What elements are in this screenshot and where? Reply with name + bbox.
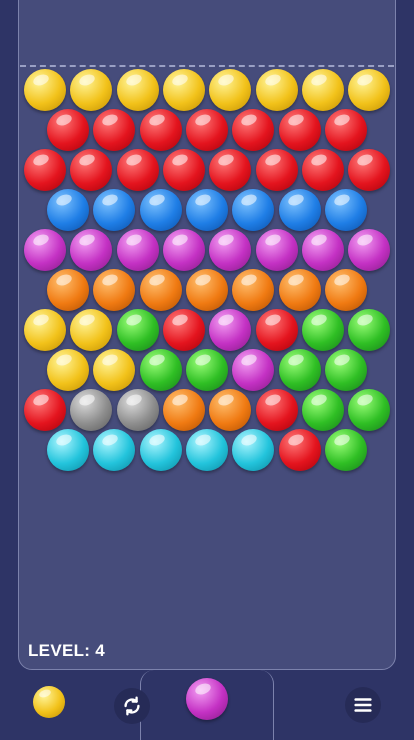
bubble [139,269,182,311]
bubble [348,149,391,191]
bubble [70,149,113,191]
bubble [47,349,89,391]
bubble [209,69,252,111]
bubble [301,229,344,271]
danger-line [20,65,394,67]
bubble [324,189,367,231]
bubble [348,389,391,431]
bubble [24,229,66,271]
bubble [162,229,205,271]
bubble [278,109,321,151]
bubble [255,229,298,271]
menu-button[interactable] [345,687,381,723]
bubble [348,69,391,111]
bubble [209,309,252,351]
bubble [324,429,367,471]
bubble [301,69,344,111]
bubble [209,149,252,191]
bubble [116,229,159,271]
next-bubble [33,686,65,718]
bubble [185,429,228,471]
bubble [232,269,275,311]
bubble [70,229,113,271]
bubble [278,269,321,311]
bubble [255,389,298,431]
bubble [232,349,275,391]
bubble [47,269,89,311]
bubble [116,309,159,351]
bubble [70,69,113,111]
bubble [24,389,66,431]
bubble [24,69,66,111]
bubble [348,309,391,351]
bubble [93,349,136,391]
bubble [47,109,89,151]
bubble [301,309,344,351]
bubble [209,229,252,271]
bubble [255,309,298,351]
bubble [139,349,182,391]
bubble [70,389,113,431]
bubble [70,309,113,351]
bubble [162,389,205,431]
bubble [232,109,275,151]
bubble [278,429,321,471]
bubble [185,109,228,151]
bubble [324,109,367,151]
bubble [232,189,275,231]
bubble [278,349,321,391]
bubble [348,229,391,271]
bubble [255,149,298,191]
bubble [139,189,182,231]
bubble [116,69,159,111]
bubble [116,149,159,191]
bubble [162,149,205,191]
bubble [116,389,159,431]
bubble [93,429,136,471]
bubble [232,429,275,471]
bubble [301,149,344,191]
bubble [162,69,205,111]
bubble [324,349,367,391]
bubble [47,189,89,231]
current-bubble[interactable] [186,678,228,720]
bubble [162,309,205,351]
bubble [301,389,344,431]
bubble [278,189,321,231]
bubble [185,269,228,311]
bubble [324,269,367,311]
bubble [24,309,66,351]
bubble [185,189,228,231]
bubble [24,149,66,191]
bubble [93,269,136,311]
menu-icon [354,698,372,712]
bubble [93,189,136,231]
bubble [255,69,298,111]
swap-bubble-button[interactable] [114,688,150,724]
bubble [139,109,182,151]
bubble [139,429,182,471]
bubble [93,109,136,151]
bubble [47,429,89,471]
bubble [185,349,228,391]
level-indicator: LEVEL: 4 [28,641,106,660]
bubble [209,389,252,431]
refresh-icon [124,696,140,716]
